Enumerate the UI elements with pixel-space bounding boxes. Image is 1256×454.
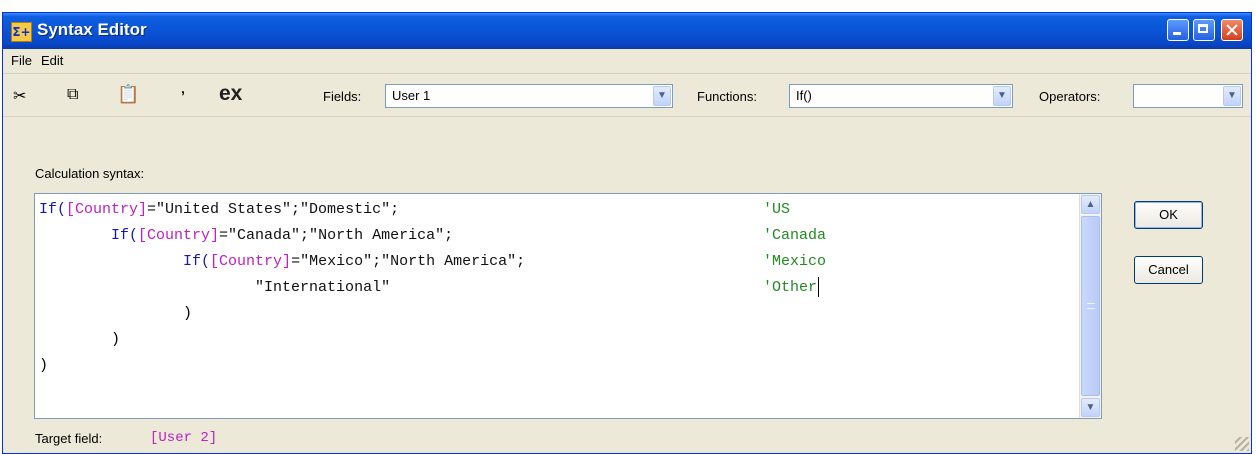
fields-value: User 1 xyxy=(392,88,431,103)
code-line[interactable]: ) xyxy=(39,327,1075,353)
code-comment: 'US xyxy=(763,201,791,218)
code-token: ) xyxy=(39,357,49,374)
ex-button[interactable]: ex xyxy=(219,82,242,106)
functions-label: Functions: xyxy=(697,89,757,104)
code-line[interactable]: If([Country]="Mexico";"North America"; 'M… xyxy=(39,249,1075,275)
code-comment: 'Canada xyxy=(763,227,827,244)
title-bar[interactable]: Σ+ Syntax Editor xyxy=(3,13,1251,49)
menu-bar: File Edit xyxy=(3,49,1251,74)
copy-icon[interactable]: ⧉ xyxy=(67,86,78,104)
code-token: ) xyxy=(183,305,193,322)
target-field-value: [User 2] xyxy=(150,430,218,446)
chevron-down-icon[interactable]: ▼ xyxy=(993,86,1011,106)
code-token: [Country] xyxy=(138,227,220,244)
code-line[interactable]: If([Country]="Canada";"North America"; 'C… xyxy=(39,223,1075,249)
code-token: If( xyxy=(183,253,211,270)
cancel-button[interactable]: Cancel xyxy=(1134,256,1203,284)
window-title: Syntax Editor xyxy=(37,20,147,39)
text-caret xyxy=(818,277,820,298)
code-token: ="United States";"Domestic"; xyxy=(147,201,400,218)
code-comment: 'Other xyxy=(763,277,820,298)
scroll-down-icon[interactable]: ▼ xyxy=(1081,398,1100,417)
calculation-syntax-label: Calculation syntax: xyxy=(35,166,145,181)
scroll-thumb[interactable] xyxy=(1081,216,1100,396)
code-token: ="Mexico";"North America"; xyxy=(291,253,526,270)
resize-grip-icon[interactable] xyxy=(1235,437,1249,451)
code-token: [Country] xyxy=(210,253,292,270)
calculation-syntax-editor[interactable]: If([Country]="United States";"Domestic";… xyxy=(34,193,1102,419)
code-token: ) xyxy=(111,331,121,348)
maximize-button[interactable] xyxy=(1193,19,1215,41)
toolbar: ✂ ⧉ 📋 ʼ ex Fields: User 1 ▼ Functions: I… xyxy=(3,74,1251,117)
menu-file[interactable]: File xyxy=(11,53,32,68)
cut-icon[interactable]: ✂ xyxy=(13,86,26,106)
fields-select[interactable]: User 1 ▼ xyxy=(385,84,673,108)
scroll-up-icon[interactable]: ▲ xyxy=(1081,195,1100,214)
code-token: If( xyxy=(39,201,67,218)
ok-button[interactable]: OK xyxy=(1134,201,1203,229)
code-line[interactable]: ) xyxy=(39,301,1075,327)
code-token: "International" xyxy=(255,279,391,296)
menu-edit[interactable]: Edit xyxy=(41,53,63,68)
comment-icon[interactable]: ʼ xyxy=(181,88,185,104)
fields-label: Fields: xyxy=(323,89,362,104)
target-field-label: Target field: xyxy=(35,431,103,446)
operators-select[interactable]: ▼ xyxy=(1133,84,1243,108)
code-line[interactable]: If([Country]="United States";"Domestic";… xyxy=(39,197,1075,223)
code-comment: 'Mexico xyxy=(763,253,827,270)
code-token: ="Canada";"North America"; xyxy=(219,227,454,244)
close-button[interactable] xyxy=(1221,19,1243,41)
vertical-scrollbar[interactable]: ▲ ▼ xyxy=(1079,194,1101,418)
syntax-editor-window: Σ+ Syntax Editor File Edit ✂ ⧉ 📋 ʼ ex Fi… xyxy=(2,12,1252,454)
paste-icon[interactable]: 📋 xyxy=(117,84,139,105)
code-token: [Country] xyxy=(66,201,148,218)
chevron-down-icon[interactable]: ▼ xyxy=(1223,86,1241,106)
functions-select[interactable]: If() ▼ xyxy=(789,84,1013,108)
code-line[interactable]: ) xyxy=(39,353,1075,379)
operators-label: Operators: xyxy=(1039,89,1101,104)
sigma-plus-icon: Σ+ xyxy=(11,22,32,42)
chevron-down-icon[interactable]: ▼ xyxy=(653,86,671,106)
functions-value: If() xyxy=(796,88,812,103)
code-area[interactable]: If([Country]="United States";"Domestic";… xyxy=(39,197,1075,379)
code-token: If( xyxy=(111,227,139,244)
code-line[interactable]: "International" 'Other xyxy=(39,275,1075,301)
minimize-button[interactable] xyxy=(1167,19,1189,41)
